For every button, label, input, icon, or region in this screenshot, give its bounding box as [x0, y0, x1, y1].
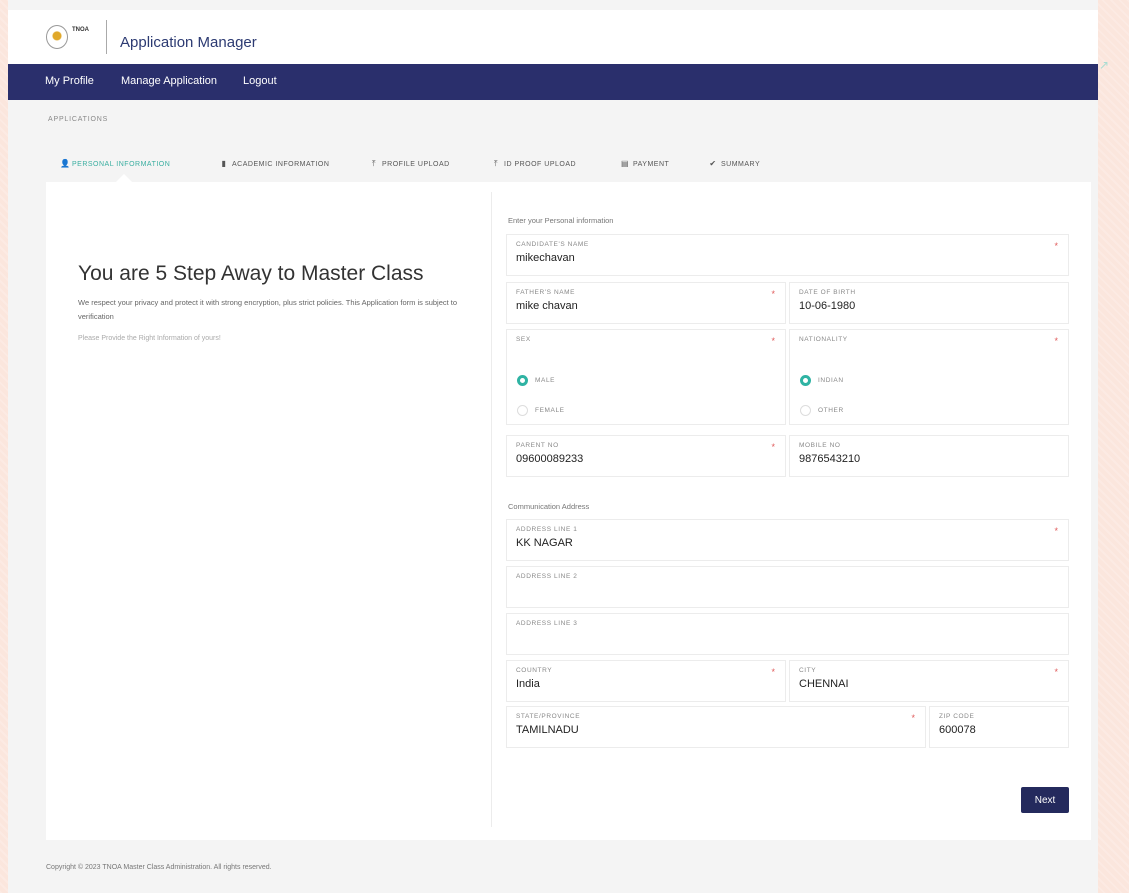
- logo-text: TNOA: [72, 27, 89, 33]
- active-tab-caret: [116, 174, 132, 182]
- field-label: CANDIDATE'S NAME: [516, 241, 589, 248]
- address-line-3-field[interactable]: ADDRESS LINE 3: [506, 613, 1069, 655]
- field-label: CITY: [799, 667, 817, 674]
- field-label: MOBILE NO: [799, 442, 841, 449]
- field-label: COUNTRY: [516, 667, 553, 674]
- radio-label: OTHER: [818, 407, 844, 414]
- tnoa-logo-icon: [46, 25, 68, 49]
- field-value: CHENNAI: [799, 678, 849, 690]
- address-line-1-field[interactable]: ADDRESS LINE 1 KK NAGAR *: [506, 519, 1069, 561]
- radio-dot: [800, 405, 811, 416]
- check-icon: ✔: [709, 159, 717, 168]
- header-divider: [106, 20, 107, 54]
- upload-icon: ⤒: [371, 159, 377, 168]
- required-mark: *: [1054, 526, 1058, 536]
- required-mark: *: [1054, 241, 1058, 251]
- required-mark: *: [771, 336, 775, 346]
- next-button[interactable]: Next: [1021, 787, 1069, 813]
- section-personal-label: Enter your Personal information: [508, 216, 614, 225]
- tab-label: PERSONAL INFORMATION: [72, 161, 171, 168]
- field-value: TAMILNADU: [516, 724, 579, 736]
- field-value: KK NAGAR: [516, 537, 573, 549]
- field-value: 10-06-1980: [799, 300, 856, 312]
- field-label: DATE OF BIRTH: [799, 289, 856, 296]
- app-frame: TNOA Application Manager My Profile Mana…: [8, 0, 1098, 893]
- field-label: PARENT NO: [516, 442, 559, 449]
- info-note: Please Provide the Right Information of …: [78, 335, 221, 342]
- field-label: ADDRESS LINE 2: [516, 573, 578, 580]
- sex-field: SEX * MALE FEMALE: [506, 329, 786, 425]
- radio-label: INDIAN: [818, 377, 844, 384]
- address-line-2-field[interactable]: ADDRESS LINE 2: [506, 566, 1069, 608]
- zip-code-field[interactable]: ZIP CODE 600078: [929, 706, 1069, 748]
- field-label: FATHER'S NAME: [516, 289, 576, 296]
- nav-logout[interactable]: Logout: [243, 75, 277, 87]
- candidate-name-field[interactable]: CANDIDATE'S NAME mikechavan *: [506, 234, 1069, 276]
- field-label: NATIONALITY: [799, 336, 848, 343]
- upload-icon: ⤒: [493, 159, 499, 168]
- country-field[interactable]: COUNTRY India *: [506, 660, 786, 702]
- form-card: You are 5 Step Away to Master Class We r…: [46, 182, 1091, 840]
- required-mark: *: [771, 667, 775, 677]
- top-navbar: My Profile Manage Application Logout: [8, 64, 1098, 100]
- radio-dot: [517, 405, 528, 416]
- user-icon: 👤: [60, 159, 71, 168]
- field-value: India: [516, 678, 540, 690]
- radio-male[interactable]: MALE: [517, 374, 637, 388]
- app-title: Application Manager: [120, 34, 257, 51]
- page-heading: You are 5 Step Away to Master Class: [78, 262, 424, 285]
- tab-id-proof-upload[interactable]: ⤒ ID PROOF UPLOAD: [492, 159, 576, 169]
- tab-academic-information[interactable]: ▮ ACADEMIC INFORMATION: [220, 159, 329, 168]
- field-value: mike chavan: [516, 300, 578, 312]
- radio-label: MALE: [535, 377, 556, 384]
- field-value: 600078: [939, 724, 976, 736]
- required-mark: *: [771, 442, 775, 452]
- parent-no-field[interactable]: PARENT NO 09600089233 *: [506, 435, 786, 477]
- radio-other[interactable]: OTHER: [800, 404, 920, 418]
- tab-label: SUMMARY: [721, 161, 761, 168]
- file-icon: ▮: [221, 159, 227, 168]
- field-label: ADDRESS LINE 1: [516, 526, 578, 533]
- tab-label: PROFILE UPLOAD: [382, 161, 450, 168]
- side-arrow-icon: ↗: [1099, 58, 1110, 72]
- radio-dot: [800, 375, 811, 386]
- father-name-field[interactable]: FATHER'S NAME mike chavan *: [506, 282, 786, 324]
- breadcrumb: APPLICATIONS: [48, 116, 109, 123]
- radio-label: FEMALE: [535, 407, 565, 414]
- required-mark: *: [1054, 667, 1058, 677]
- mobile-no-field[interactable]: MOBILE NO 9876543210: [789, 435, 1069, 477]
- app-header: TNOA Application Manager: [8, 10, 1098, 64]
- column-divider: [491, 192, 492, 827]
- radio-dot: [517, 375, 528, 386]
- tab-label: ID PROOF UPLOAD: [504, 161, 577, 168]
- tab-summary[interactable]: ✔ SUMMARY: [709, 159, 760, 168]
- nationality-field: NATIONALITY * INDIAN OTHER: [789, 329, 1069, 425]
- tab-personal-information[interactable]: 👤 PERSONAL INFORMATION: [60, 159, 170, 168]
- required-mark: *: [911, 713, 915, 723]
- field-label: ADDRESS LINE 3: [516, 620, 578, 627]
- nav-my-profile[interactable]: My Profile: [45, 75, 94, 87]
- footer-copyright: Copyright © 2023 TNOA Master Class Admin…: [46, 864, 272, 871]
- required-mark: *: [771, 289, 775, 299]
- city-field[interactable]: CITY CHENNAI *: [789, 660, 1069, 702]
- tab-label: ACADEMIC INFORMATION: [232, 161, 330, 168]
- field-value: mikechavan: [516, 252, 575, 264]
- tab-profile-upload[interactable]: ⤒ PROFILE UPLOAD: [370, 159, 450, 169]
- required-mark: *: [1054, 336, 1058, 346]
- section-address-label: Communication Address: [508, 502, 590, 511]
- tab-label: PAYMENT: [633, 161, 670, 168]
- field-label: SEX: [516, 336, 531, 343]
- tab-payment[interactable]: ▤ PAYMENT: [621, 159, 669, 168]
- field-value: 09600089233: [516, 453, 584, 465]
- radio-indian[interactable]: INDIAN: [800, 374, 920, 388]
- date-of-birth-field[interactable]: DATE OF BIRTH 10-06-1980: [789, 282, 1069, 324]
- field-value: 9876543210: [799, 453, 861, 465]
- privacy-text: We respect your privacy and protect it w…: [78, 298, 458, 321]
- state-province-field[interactable]: STATE/PROVINCE TAMILNADU *: [506, 706, 926, 748]
- field-label: ZIP CODE: [939, 713, 975, 720]
- nav-manage-application[interactable]: Manage Application: [121, 75, 217, 87]
- field-label: STATE/PROVINCE: [516, 713, 581, 720]
- radio-female[interactable]: FEMALE: [517, 404, 637, 418]
- card-icon: ▤: [621, 159, 630, 168]
